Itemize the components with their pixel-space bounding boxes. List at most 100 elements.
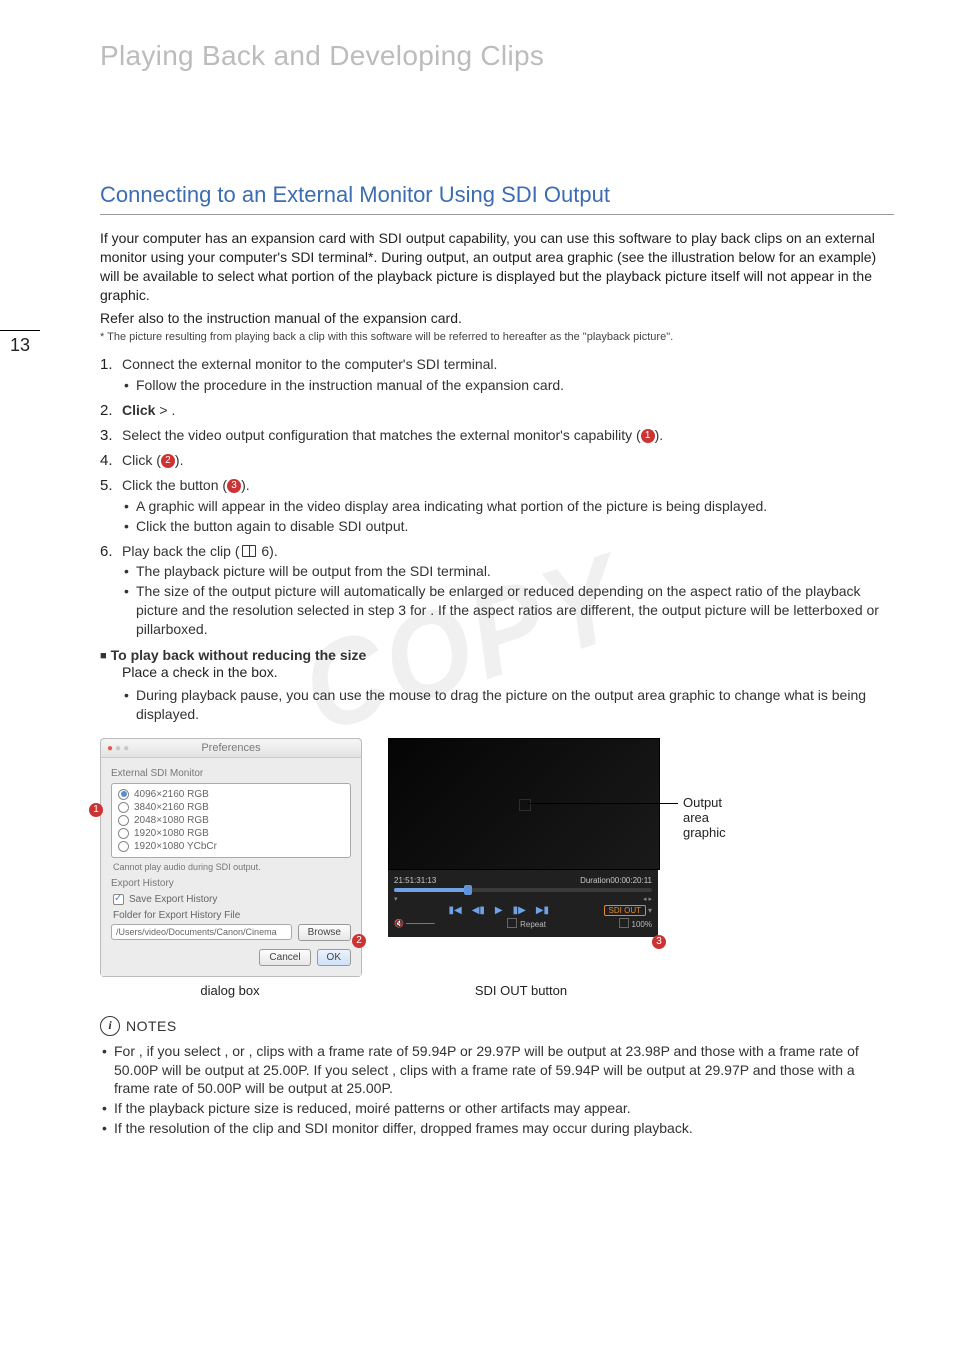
player-seekbar[interactable] [394,888,652,892]
sub-heading: ■To play back without reducing the size [100,647,894,663]
radio-icon [118,828,129,839]
figure-callout-3-icon: 3 [652,935,666,949]
player-timecode: 21:51:31:13 [394,876,436,885]
preferences-titlebar: ●●● Preferences [101,739,361,758]
notes-list: For , if you select , or , clips with a … [100,1042,894,1138]
figure-callout-2-icon: 2 [352,934,366,948]
section-title: Connecting to an External Monitor Using … [100,182,894,215]
callout-3-icon: 3 [227,479,241,493]
callout-1-icon: 1 [641,429,655,443]
sub-heading-text: To play back without reducing the size [111,647,367,663]
sdi-opt-1-label: 3840×2160 RGB [134,802,209,813]
zoom-label: 100% [632,920,652,929]
play-icon[interactable]: ▶ [495,905,503,916]
step-fwd-icon[interactable]: ▮▶ [513,905,526,916]
traffic-light-icons: ●●● [107,743,131,754]
zoom-checkbox[interactable] [619,918,629,928]
info-icon: i [100,1016,120,1036]
figure-callout-1-icon: 1 [89,803,103,817]
player-dur-label: Duration [580,876,610,885]
sdi-out-button[interactable]: SDI OUT [604,905,646,916]
export-folder-path[interactable]: /Users/video/Documents/Canon/Cinema [111,924,292,940]
sdi-opt-3[interactable]: 1920×1080 RGB [118,827,344,840]
player-duration: Duration00:00:20:11 [580,876,652,885]
repeat-label: Repeat [520,920,546,929]
note-1b: , if you select [139,1043,225,1059]
save-export-history[interactable]: Save Export History [113,893,351,906]
sdi-opt-2-label: 2048×1080 RGB [134,815,209,826]
save-export-label: Save Export History [129,894,217,905]
step-6-sub2: The size of the output picture will auto… [122,582,894,639]
note-2: If the playback picture size is reduced,… [100,1099,894,1118]
step-5-sub2a: Click the [136,518,194,534]
step-4-c: ). [175,452,184,468]
notes-label: NOTES [126,1018,177,1034]
step-6-b: 6). [258,543,278,559]
sdi-opt-4[interactable]: 1920×1080 YCbCr [118,840,344,853]
skip-start-icon[interactable]: ▮◀ [449,905,462,916]
step-5-sub2b: button again to disable SDI output. [194,518,409,534]
step-4: Click (2). [100,451,894,470]
preferences-title: Preferences [201,742,260,754]
step-3-b: ). [655,427,664,443]
step-back-icon[interactable]: ◀▮ [472,905,485,916]
page-number: 13 [0,330,40,356]
checkbox-icon [113,894,124,905]
step-5-sub1: A graphic will appear in the video displ… [122,497,894,516]
seek-thumb[interactable] [464,885,472,895]
player-controls: 21:51:31:13 Duration00:00:20:11 ▾◂ ▸ ▮◀ … [388,870,658,937]
step-5: Click the button (3). A graphic will app… [100,476,894,536]
note-1a: For [114,1043,139,1059]
radio-icon [118,841,129,852]
step-5-c: ). [241,477,250,493]
sdi-opt-0-label: 4096×2160 RGB [134,789,209,800]
sdi-opt-0[interactable]: 4096×2160 RGB [118,788,344,801]
sub-indent-b: box. [251,664,277,680]
step-3: Select the video output configuration th… [100,426,894,445]
repeat-checkbox[interactable] [507,918,517,928]
note-1d: or [232,1043,248,1059]
intro-paragraph-2: Refer also to the instruction manual of … [100,309,894,328]
step-6-a: Play back the clip ( [122,543,240,559]
anno-output-area: Output area graphic [683,795,726,840]
step-4-head: Click (2). [122,452,183,468]
step-5-b: button ( [180,477,227,493]
note-3: If the resolution of the clip and SDI mo… [100,1119,894,1138]
step-3-a: Select the video output configuration th… [122,427,641,443]
step-6: Play back the clip ( 6). The playback pi… [100,542,894,639]
preferences-dialog: 1 2 ●●● Preferences External SDI Monitor… [100,738,362,977]
step-2-head: Click > . [122,402,175,418]
step-6-head: Play back the clip ( 6). [122,543,278,559]
step-1-head: Connect the external monitor to the comp… [122,356,497,372]
volume-icon[interactable]: 🔇 ───── [394,919,435,928]
browse-button[interactable]: Browse [298,924,351,941]
step-6-sub1: The playback picture will be output from… [122,562,894,581]
pref-group-export: Export History [111,878,351,889]
steps-list: Connect the external monitor to the comp… [100,355,894,639]
player-dur: 00:00:20:11 [610,876,652,885]
skip-end-icon[interactable]: ▶▮ [536,905,549,916]
settings-icon[interactable]: ▾ [648,906,652,915]
sub-indent-sub1: During playback pause, you can use the m… [122,686,894,724]
cancel-button[interactable]: Cancel [259,949,310,966]
player-figure-wrap: 21:51:31:13 Duration00:00:20:11 ▾◂ ▸ ▮◀ … [388,738,658,977]
player: 21:51:31:13 Duration00:00:20:11 ▾◂ ▸ ▮◀ … [388,738,658,937]
player-screen[interactable] [388,738,660,870]
output-area-marker[interactable] [519,799,531,811]
intro-paragraph-1: If your computer has an expansion card w… [100,229,894,305]
sdi-opt-4-label: 1920×1080 YCbCr [134,841,217,852]
figure-captions: dialog box SDI OUT button [100,983,894,998]
pref-group-sdi: External SDI Monitor [111,768,351,779]
radio-icon [118,789,129,800]
radio-icon [118,802,129,813]
sdi-opt-1[interactable]: 3840×2160 RGB [118,801,344,814]
step-1: Connect the external monitor to the comp… [100,355,894,395]
page-ref-icon [242,545,256,557]
sdi-opt-2[interactable]: 2048×1080 RGB [118,814,344,827]
step-3-head: Select the video output configuration th… [122,427,663,443]
step-5-head: Click the button (3). [122,477,250,493]
fig-caption-right: SDI OUT button [386,983,656,998]
ok-button[interactable]: OK [317,949,351,966]
step-2-b: > [159,402,171,418]
sub-indent-a: Place a check in the [122,664,251,680]
